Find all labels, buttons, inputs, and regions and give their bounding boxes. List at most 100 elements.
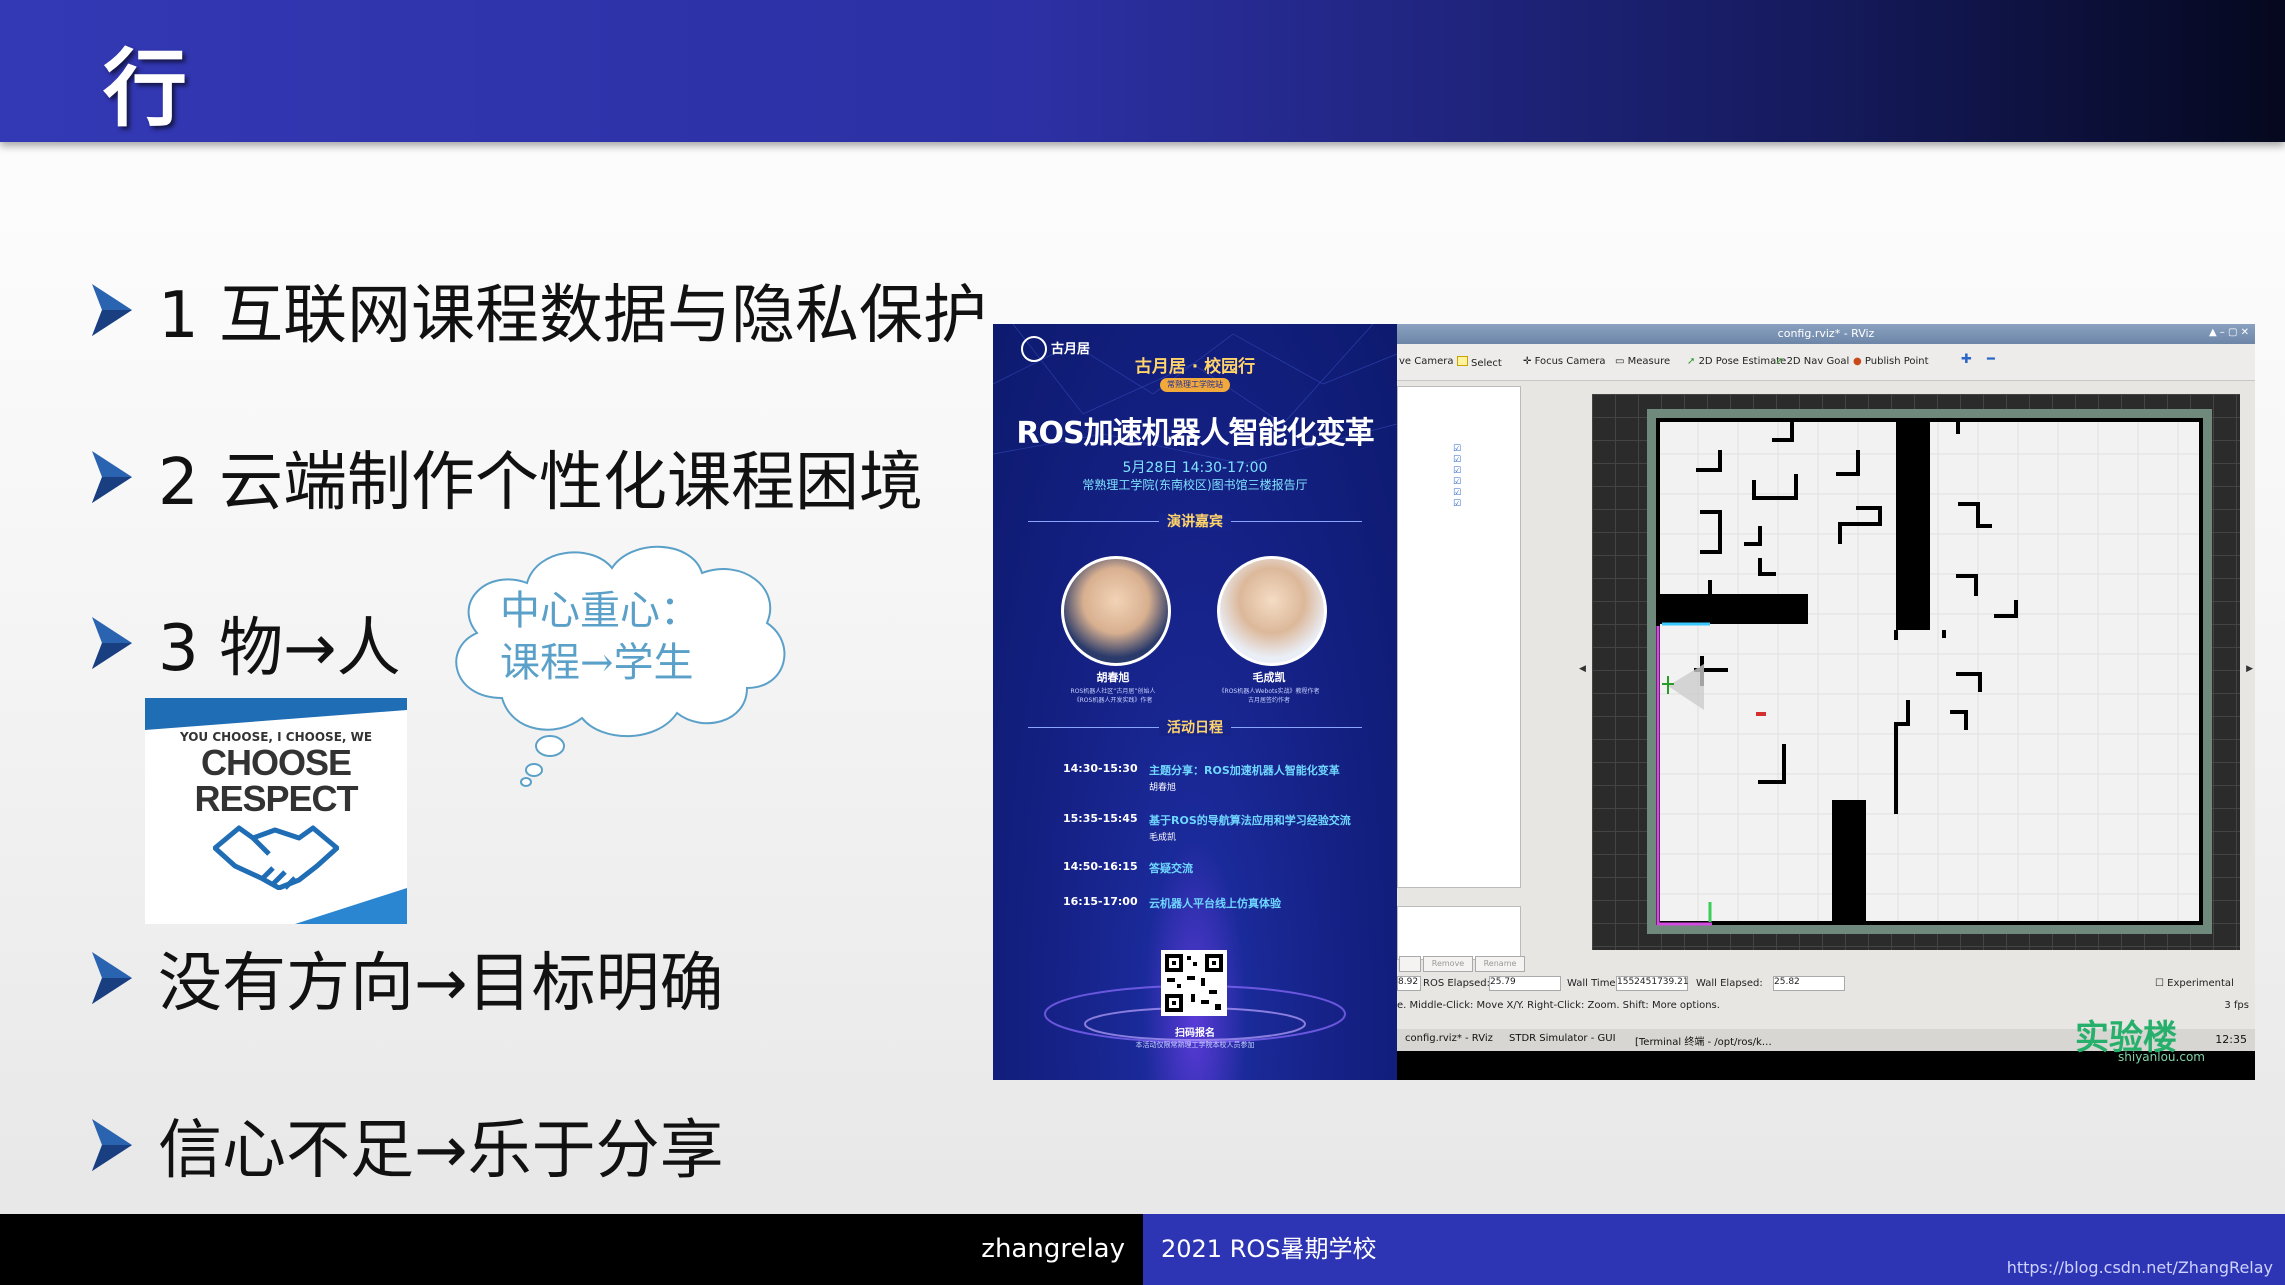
title-bar: 行 <box>0 0 2285 142</box>
tool-publish-point[interactable]: ● Publish Point <box>1853 356 1929 367</box>
experimental-checkbox[interactable]: ☐ Experimental <box>2155 978 2234 989</box>
wall-time-field[interactable]: 1552451739.21 <box>1616 976 1689 991</box>
slide-title: 行 <box>103 39 188 138</box>
add-tool-icon[interactable]: ✚ <box>1961 352 1972 367</box>
taskbar-item[interactable]: [Terminal 终端 - /opt/ros/k… <box>1635 1033 1772 1048</box>
pin-icon: ● <box>1853 356 1865 367</box>
checkbox-column-icon[interactable]: ☑ ☑ ☑ ☑ ☑ ☑ <box>1453 444 1465 510</box>
bullet-arrow-icon <box>92 451 132 503</box>
schedule-sub: 胡春旭 <box>1149 783 1177 793</box>
bullet-text: 1 互联网课程数据与隐私保护 <box>158 279 988 353</box>
rviz-title-bar: config.rviz* - RViz <box>1397 324 2255 344</box>
poster-venue: 常熟理工学院(东南校区)图书馆三楼报告厅 <box>1082 478 1308 492</box>
choose-respect-image: YOU CHOOSE, I CHOOSE, WE CHOOSE RESPECT <box>145 698 407 924</box>
speaker-avatar <box>1061 556 1171 666</box>
respect-line: RESPECT <box>194 778 358 819</box>
speaker-name: 胡春旭 <box>1096 671 1130 684</box>
bullet-item: 1 互联网课程数据与隐私保护 <box>88 265 987 355</box>
select-icon <box>1457 356 1468 366</box>
tool-2d-nav-goal[interactable]: ➚ 2D Nav Goal <box>1775 356 1849 367</box>
footer-author: zhangrelay <box>981 1234 1125 1264</box>
speaker-desc: 古月居签约作者 <box>1247 697 1290 704</box>
rename-button[interactable]: Rename <box>1475 956 1525 972</box>
poster-event: 古月居 · 校园行 <box>1134 357 1256 377</box>
wall-time-label: Wall Time: <box>1567 978 1619 989</box>
rviz-time-panel: 8.92 ROS Elapsed: 25.79 Wall Time: 15524… <box>1397 972 2255 996</box>
rviz-fps: 3 fps <box>2224 1000 2249 1011</box>
bullet-arrow-icon <box>92 1119 132 1171</box>
poster-footnote: 本活动仅限常熟理工学院本校人员参加 <box>1135 1041 1255 1049</box>
tool-measure[interactable]: ▭ Measure <box>1615 356 1670 367</box>
tool-focus-camera[interactable]: ✛ Focus Camera <box>1523 356 1606 367</box>
speaker-desc: ROS机器人社区“古月居”创始人 <box>1070 688 1156 695</box>
bullet-text: 3 物→人 <box>158 612 401 686</box>
handshake-icon <box>213 825 339 890</box>
cloud-text: 中心重心： 课程→学生 <box>500 585 740 689</box>
tool-2d-pose-estimate[interactable]: ➚ 2D Pose Estimate <box>1687 356 1786 367</box>
properties-panel <box>1397 906 1521 960</box>
speaker-desc: 《ROS机器人Webots实战》教程作者 <box>1218 688 1320 695</box>
bullet-text: 没有方向→目标明确 <box>158 947 724 1021</box>
schedule-time: 14:50-16:15 <box>1063 860 1138 873</box>
rviz-toolbar: ve Camera Select ✛ Focus Camera ▭ Measur… <box>1397 344 2255 381</box>
schedule-time: 16:15-17:00 <box>1063 895 1138 908</box>
scroll-right-icon[interactable]: ▶ <box>2246 664 2253 674</box>
ros-time-field[interactable]: 8.92 <box>1397 976 1421 991</box>
schedule-item: 云机器人平台线上仿真体验 <box>1149 897 1281 910</box>
wall-elapsed-label: Wall Elapsed: <box>1696 978 1763 989</box>
bullet-text: 2 云端制作个性化课程困境 <box>158 446 924 520</box>
taskbar-item[interactable]: STDR Simulator - GUI <box>1509 1033 1616 1044</box>
green-arrow-icon: ➚ <box>1775 356 1787 367</box>
poster-title: ROS加速机器人智能化变革 <box>1016 416 1374 451</box>
speaker-avatar <box>1217 556 1327 666</box>
rviz-hint: e. Middle-Click: Move X/Y. Right-Click: … <box>1397 1000 1720 1011</box>
green-arrow-icon: ➚ <box>1687 356 1699 367</box>
remove-tool-icon[interactable]: ━ <box>1987 352 1995 367</box>
schedule-item: 答疑交流 <box>1149 862 1193 875</box>
cloud-line: 中心重心： <box>500 588 700 634</box>
footer-bar: zhangrelay 2021 ROS暑期学校 https://blog.csd… <box>0 1214 2285 1285</box>
maze-map-icon[interactable] <box>1592 394 2240 950</box>
ros-elapsed-field[interactable]: 25.79 <box>1489 976 1561 991</box>
bullet-text: 信心不足→乐于分享 <box>158 1114 724 1188</box>
crosshair-icon: ✛ <box>1523 356 1535 367</box>
bullet-arrow-icon <box>92 284 132 336</box>
speaker-name: 毛成凯 <box>1252 671 1286 684</box>
taskbar-clock: 12:35 <box>2215 1033 2247 1046</box>
scroll-left-icon[interactable]: ◀ <box>1579 664 1586 674</box>
footer-url: https://blog.csdn.net/ZhangRelay <box>2006 1258 2273 1277</box>
schedule-item: 基于ROS的导航算法应用和学习经验交流 <box>1149 814 1351 827</box>
ruler-icon: ▭ <box>1615 356 1628 367</box>
poster-schedule-heading: 活动日程 <box>993 717 1397 737</box>
window-controls-icon[interactable]: ▲ – ▢ ✕ <box>2209 327 2249 338</box>
schedule-item: 主题分享：ROS加速机器人智能化变革 <box>1149 764 1340 777</box>
tool-move-camera[interactable]: ve Camera <box>1399 356 1454 367</box>
poster-host-badge: 常熟理工学院站 <box>1160 378 1230 392</box>
schedule-time: 15:35-15:45 <box>1063 812 1138 825</box>
panel-button[interactable] <box>1399 956 1421 972</box>
wall-elapsed-field[interactable]: 25.82 <box>1773 976 1845 991</box>
bullet-item: 3 物→人 <box>88 598 401 688</box>
taskbar-item[interactable]: config.rviz* - RViz <box>1405 1033 1493 1044</box>
poster-speakers-heading: 演讲嘉宾 <box>993 511 1397 531</box>
ros-elapsed-label: ROS Elapsed: <box>1423 978 1490 989</box>
bullet-item: 2 云端制作个性化课程困境 <box>88 432 923 522</box>
footer-course: 2021 ROS暑期学校 <box>1161 1235 1377 1263</box>
rviz-window: config.rviz* - RViz ▲ – ▢ ✕ ve Camera Se… <box>1397 324 2255 1080</box>
remove-button[interactable]: Remove <box>1423 956 1473 972</box>
footer-course-area: 2021 ROS暑期学校 https://blog.csdn.net/Zhang… <box>1143 1214 2285 1285</box>
schedule-sub: 毛成凯 <box>1149 833 1177 843</box>
poster-signup: 扫码报名 <box>1175 1028 1215 1039</box>
cloud-line: 课程→学生 <box>500 640 694 686</box>
tool-select[interactable]: Select <box>1457 356 1502 369</box>
bullet-arrow-icon <box>92 952 132 1004</box>
event-poster: 古月居 古月居 · 校园行 常熟理工学院站 ROS加速机器人智能化变革 5月28… <box>993 324 1397 1080</box>
bullet-item: 没有方向→目标明确 <box>88 933 724 1023</box>
bullet-item: 信心不足→乐于分享 <box>88 1100 724 1190</box>
schedule-time: 14:30-15:30 <box>1063 762 1138 775</box>
bullet-arrow-icon <box>92 617 132 669</box>
watermark-sub: shiyanlou.com <box>2118 1050 2205 1064</box>
speaker-desc: 《ROS机器人开发实践》作者 <box>1073 697 1153 704</box>
qr-code-icon <box>1161 950 1227 1016</box>
poster-date: 5月28日 14:30-17:00 <box>1122 460 1268 476</box>
